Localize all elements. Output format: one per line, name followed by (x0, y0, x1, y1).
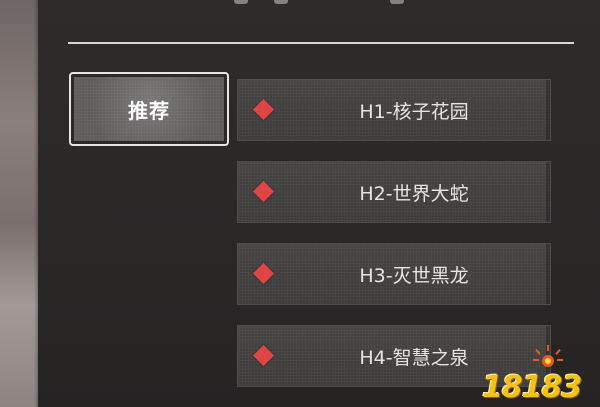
watermark-text: 18183 (482, 370, 582, 405)
top-tab-icon (274, 0, 288, 4)
red-diamond-icon (252, 180, 275, 203)
raid-entry-h3[interactable]: H3-灭世黑龙 (237, 243, 551, 305)
raid-entry-name: H2-世界大蛇 (359, 182, 469, 205)
raid-entry-h2[interactable]: H2-世界大蛇 (237, 161, 551, 223)
red-diamond-icon (252, 98, 275, 121)
top-edge-icons (38, 0, 600, 6)
red-diamond-icon (252, 262, 275, 285)
raid-entry-name: H3-灭世黑龙 (359, 264, 469, 287)
red-diamond-icon (252, 344, 275, 367)
site-watermark: 18183 (482, 343, 594, 405)
tab-recommended[interactable]: 推荐 (69, 72, 229, 146)
header-divider (68, 42, 574, 44)
top-tab-icon (390, 0, 404, 4)
raid-entry-h1[interactable]: H1-核子花园 (237, 79, 551, 141)
top-tab-icon (234, 0, 248, 4)
tab-label: 推荐 (128, 100, 170, 123)
background-scene (0, 0, 40, 407)
sun-logo-icon (533, 345, 563, 367)
raid-entry-name: H1-核子花园 (359, 100, 469, 123)
